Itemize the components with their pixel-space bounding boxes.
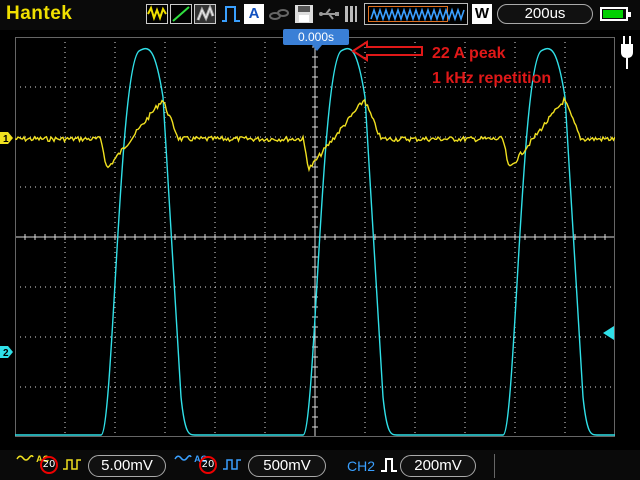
waveform-display[interactable]	[15, 37, 615, 437]
brand-logo: Hantek	[6, 3, 73, 24]
acquire-mode-icon[interactable]	[146, 4, 168, 24]
annotation-arrow-icon	[351, 40, 423, 62]
rising-edge-icon[interactable]	[380, 457, 398, 477]
ch2-marker-label: 2	[3, 348, 9, 359]
ch2-scale-readout[interactable]: 500mV	[248, 455, 326, 477]
trigger-source-label: CH2	[347, 458, 376, 474]
ch1-invert-icon[interactable]	[62, 457, 82, 477]
top-status-bar: Hantek A W 200us	[0, 0, 640, 30]
trigger-offset-flag[interactable]: 0.000s	[283, 29, 349, 51]
pulse-icon[interactable]	[221, 4, 241, 24]
trigger-level-readout[interactable]: 200mV	[400, 455, 476, 477]
ramp-icon[interactable]	[170, 4, 192, 24]
power-plug-icon	[620, 36, 634, 74]
memory-wave-icon[interactable]	[364, 3, 468, 25]
display-persist-icon[interactable]	[194, 4, 216, 24]
ch1-level-marker[interactable]: 1	[0, 131, 14, 145]
ch2-invert-icon[interactable]	[222, 457, 242, 477]
ch1-marker-label: 1	[3, 134, 9, 145]
ch1-scale-readout[interactable]: 5.00mV	[88, 455, 166, 477]
annotation-peak: 22 A peak	[432, 45, 506, 62]
usb-icon	[318, 4, 340, 24]
annotation-repetition: 1 kHz repetition	[432, 70, 552, 87]
ch1-bw-limit-badge[interactable]: 20	[40, 456, 58, 474]
trigger-level-marker[interactable]	[601, 325, 615, 341]
battery-icon	[600, 7, 631, 21]
footer-divider	[494, 454, 495, 478]
save-icon[interactable]	[294, 4, 314, 24]
ch2-level-marker[interactable]: 2	[0, 345, 14, 359]
memory-depth-icon	[344, 4, 358, 24]
auto-icon[interactable]: A	[244, 4, 264, 24]
timebase-readout[interactable]: 200us	[497, 4, 593, 24]
channel-settings-bar: AC 20 5.00mV AC 20 500mV CH2 200mV	[0, 450, 640, 480]
ch2-bw-limit-badge[interactable]: 20	[199, 456, 217, 474]
link-icon	[268, 4, 290, 24]
run-mode-badge[interactable]: W	[472, 4, 492, 24]
